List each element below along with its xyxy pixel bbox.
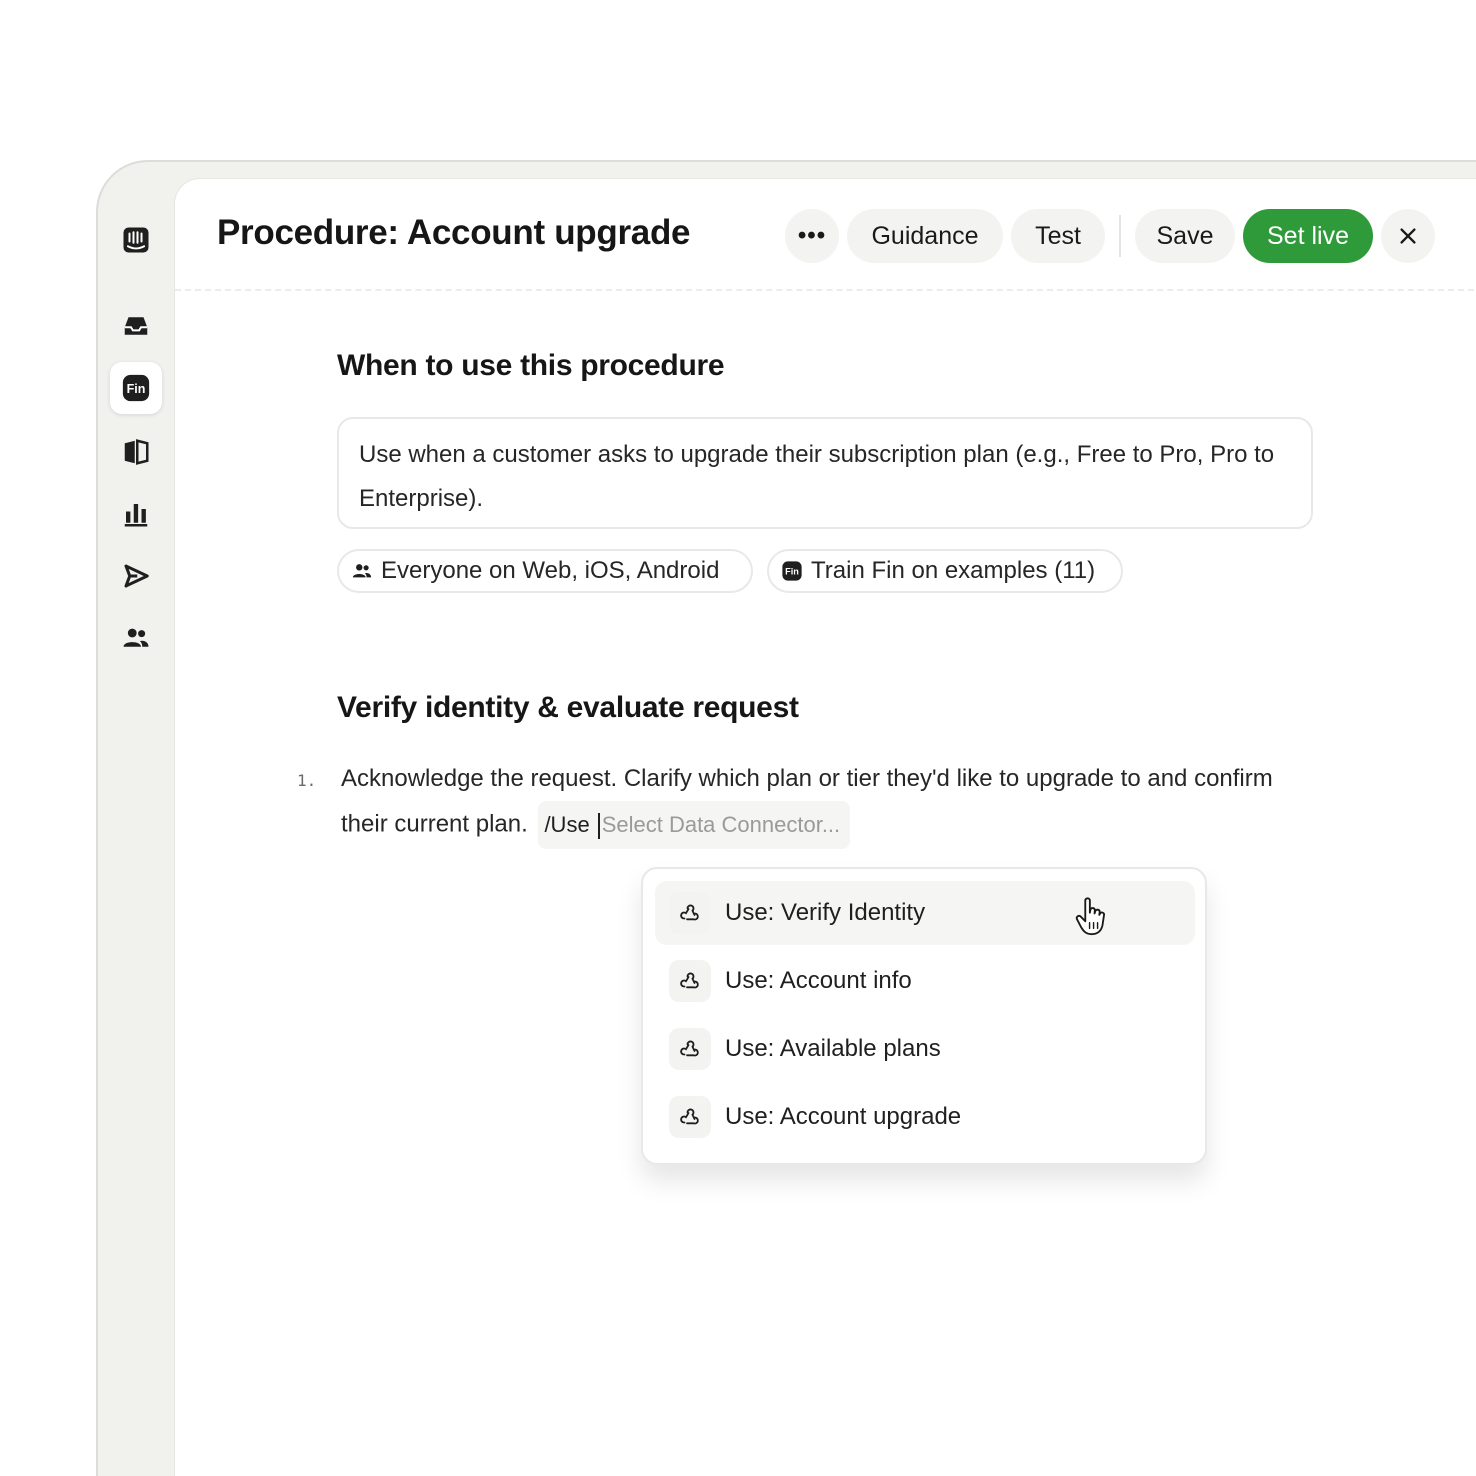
svg-text:Fin: Fin [785,567,799,577]
menu-item-label: Use: Available plans [725,1035,941,1062]
webhook-icon-svg [680,1108,699,1125]
people-icon [352,564,372,578]
webhook-icon [669,1096,711,1138]
contacts-people-icon[interactable] [110,612,162,664]
intercom-logo-icon[interactable] [110,214,162,266]
step-text-block[interactable]: Acknowledge the request. Clarify which p… [341,757,1301,849]
menu-item-verify-identity[interactable]: Use: Verify Identity [655,881,1195,945]
menu-item-account-upgrade[interactable]: Use: Account upgrade [655,1085,1195,1149]
webhook-icon [669,960,711,1002]
data-connector-menu: Use: Verify Identity Use: Account info U… [641,867,1207,1165]
intercom-logo-icon-svg [123,227,149,253]
menu-item-label: Use: Account upgrade [725,1103,962,1130]
header-divider [1119,215,1121,257]
knowledge-book-icon[interactable] [110,426,162,478]
verify-identity-heading: Verify identity & evaluate request [337,691,799,724]
train-fin-chip-label: Train Fin on examples (11) [811,557,1096,584]
inbox-icon[interactable] [110,300,162,352]
connector-search-placeholder[interactable]: Select Data Connector... [602,812,840,837]
outbound-send-icon-svg [124,564,149,588]
menu-item-label: Use: Verify Identity [725,899,926,926]
page-title: Procedure: Account upgrade [217,213,691,252]
audience-chip[interactable]: Everyone on Web, iOS, Android [337,549,753,593]
app-window: Fin Procedure: Account upgrade ••• Guida… [96,160,1476,1476]
step-number: 1. [297,771,317,790]
train-fin-chip[interactable]: Fin Train Fin on examples (11) [767,549,1123,593]
data-connector-inline-input[interactable]: /Use Select Data Connector... [538,801,851,849]
fin-badge-icon: Fin [782,561,802,581]
slash-command: /Use [544,812,590,837]
procedure-editor-panel: Procedure: Account upgrade ••• Guidance … [174,178,1476,1476]
audience-chip-label: Everyone on Web, iOS, Android [381,557,720,584]
save-button[interactable]: Save [1135,209,1235,263]
when-to-use-description[interactable]: Use when a customer asks to upgrade thei… [337,417,1313,529]
menu-item-available-plans[interactable]: Use: Available plans [655,1017,1195,1081]
reports-chart-icon[interactable] [110,488,162,540]
reports-chart-icon-svg [124,504,148,527]
text-caret [597,812,600,839]
when-to-use-heading: When to use this procedure [337,349,725,382]
guidance-button[interactable]: Guidance [847,209,1003,263]
editor-header: Procedure: Account upgrade ••• Guidance … [175,179,1476,291]
webhook-icon-svg [680,904,699,921]
webhook-icon-svg [680,972,699,989]
contacts-people-icon-svg [123,628,149,647]
knowledge-book-icon-svg [124,439,149,465]
more-options-button[interactable]: ••• [785,209,839,263]
menu-item-label: Use: Account info [725,967,912,994]
menu-item-account-info[interactable]: Use: Account info [655,949,1195,1013]
inbox-icon-svg [124,317,148,335]
close-button[interactable] [1381,209,1435,263]
close-icon [1400,228,1416,244]
hand-pointer-cursor-icon [1075,897,1105,936]
test-button[interactable]: Test [1011,209,1105,263]
svg-text:Fin: Fin [127,382,146,396]
sidebar-nav: Fin [98,162,174,1476]
set-live-button[interactable]: Set live [1243,209,1373,263]
webhook-icon [669,892,711,934]
fin-icon[interactable]: Fin [110,362,162,414]
webhook-icon-svg [680,1040,699,1057]
outbound-send-icon[interactable] [110,550,162,602]
webhook-icon [669,1028,711,1070]
fin-icon-svg: Fin [122,374,150,402]
